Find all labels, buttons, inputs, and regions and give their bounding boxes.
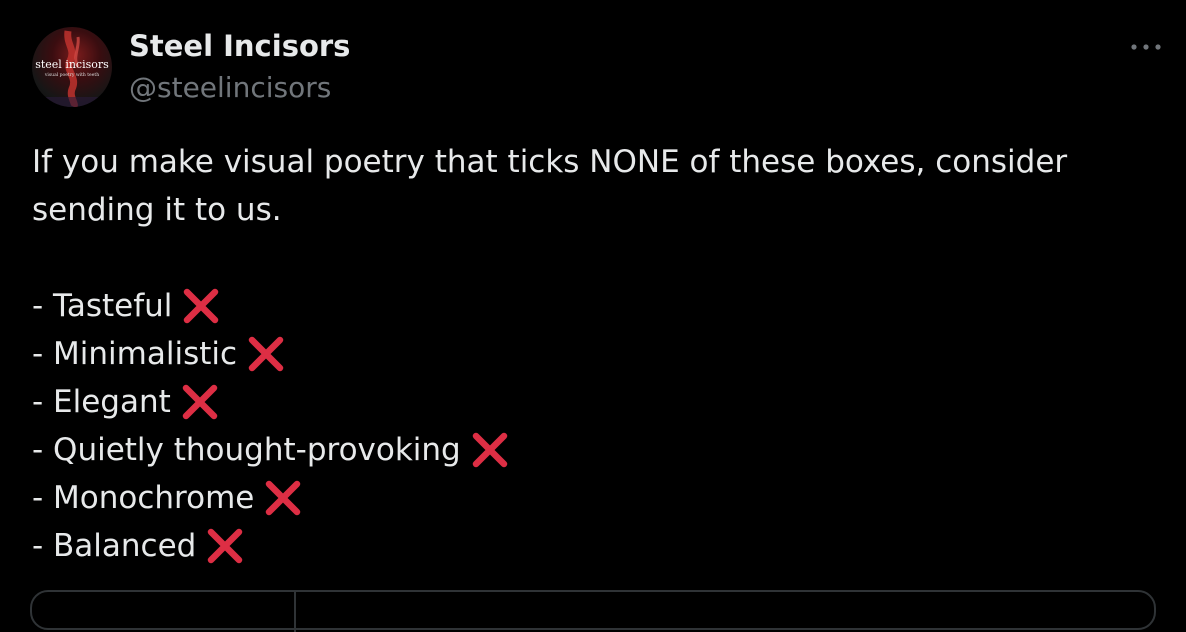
checklist: - Tasteful - Minimalistic - Elegant - Quiet… (32, 282, 1142, 570)
checklist-item: - Balanced (32, 522, 1142, 570)
checklist-item: - Quietly thought-provoking (32, 426, 1142, 474)
user-handle[interactable]: @steelincisors (129, 70, 331, 106)
more-horizontal-icon (1131, 44, 1161, 50)
post-card: steel incisors visual poetry with teeth … (0, 0, 1186, 632)
cross-mark-icon (182, 384, 218, 420)
checklist-item: - Elegant (32, 378, 1142, 426)
more-options-button[interactable] (1128, 36, 1164, 58)
display-name[interactable]: Steel Incisors (129, 28, 350, 64)
avatar-image: steel incisors visual poetry with teeth (32, 30, 112, 107)
checklist-item: - Minimalistic (32, 330, 1142, 378)
post-intro-text: If you make visual poetry that ticks NON… (32, 144, 1068, 228)
avatar-logo-subtext: visual poetry with teeth (44, 72, 99, 78)
checklist-item: - Monochrome (32, 474, 1142, 522)
checklist-item-label: - Quietly thought-provoking (32, 432, 461, 468)
checklist-item-label: - Minimalistic (32, 336, 238, 372)
media-divider (294, 592, 296, 632)
avatar[interactable]: steel incisors visual poetry with teeth (32, 27, 112, 107)
cross-mark-icon (266, 480, 301, 516)
cross-mark-icon (472, 432, 507, 468)
media-preview-card[interactable] (30, 590, 1156, 632)
checklist-item-label: - Tasteful (32, 288, 173, 324)
checklist-item-label: - Balanced (32, 528, 197, 564)
cross-mark-icon (248, 336, 284, 372)
post-text: If you make visual poetry that ticks NON… (32, 138, 1142, 570)
checklist-item: - Tasteful (32, 282, 1142, 330)
checklist-item-label: - Elegant (32, 384, 171, 420)
cross-mark-icon (184, 288, 219, 324)
checklist-item-label: - Monochrome (32, 480, 255, 516)
cross-mark-icon (208, 528, 243, 564)
avatar-logo-text: steel incisors (35, 58, 109, 71)
